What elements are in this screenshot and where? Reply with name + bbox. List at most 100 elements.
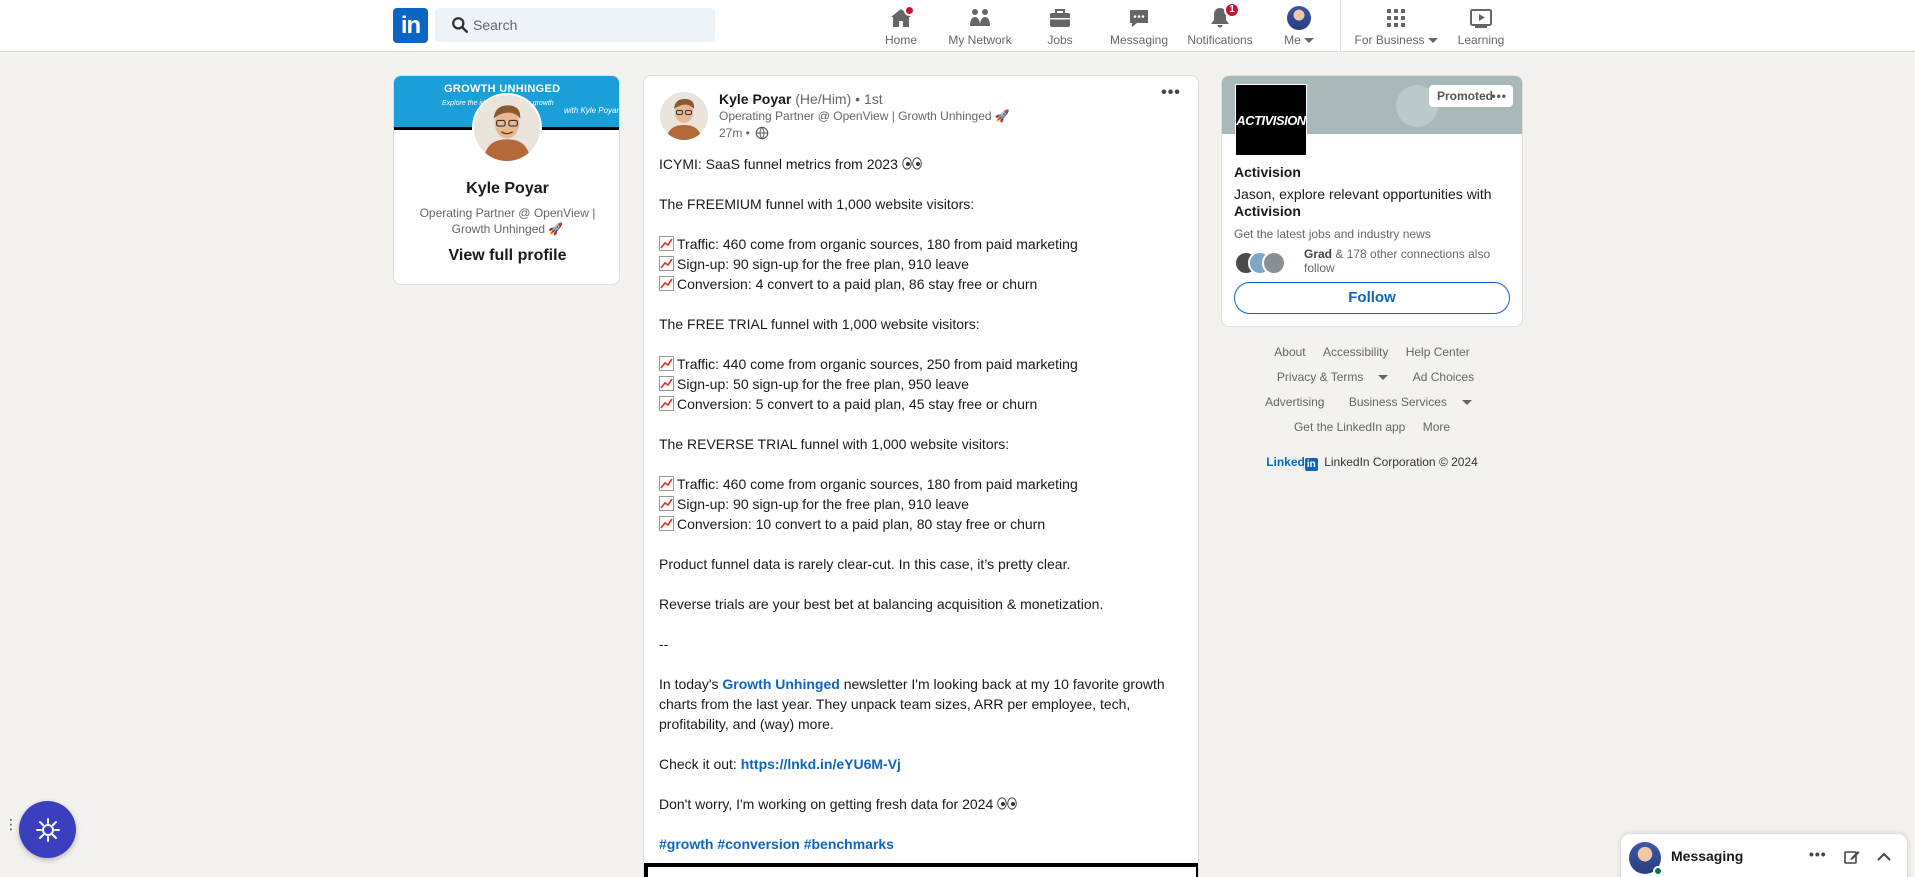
- footer-row: Get the LinkedIn app More: [1221, 420, 1523, 434]
- post-line: Conversion: 10 convert to a paid plan, 8…: [659, 514, 1179, 534]
- nav-learning[interactable]: Learning: [1454, 4, 1508, 48]
- post-media-frame[interactable]: [644, 863, 1198, 877]
- post-line: Conversion: 5 convert to a paid plan, 45…: [659, 394, 1179, 414]
- footer-row: Privacy & Terms Ad Choices: [1221, 370, 1523, 384]
- caret-down-icon: [1378, 375, 1389, 381]
- bell-icon: 1: [1207, 2, 1240, 30]
- post-author-avatar[interactable]: [660, 92, 708, 140]
- compose-message-icon[interactable]: [1843, 848, 1861, 866]
- footer-link-business-services[interactable]: Business Services: [1342, 395, 1479, 409]
- profile-headline: Operating Partner @ OpenView | Growth Un…: [419, 206, 596, 236]
- footer-link-privacy-terms[interactable]: Privacy & Terms: [1270, 370, 1395, 384]
- caret-down-icon: [1427, 38, 1438, 44]
- nav-my-network-label: My Network: [948, 33, 1012, 47]
- post-author[interactable]: Kyle Poyar (He/Him) • 1st: [719, 91, 883, 107]
- chevron-up-icon[interactable]: [1875, 848, 1893, 866]
- drag-handle-icon[interactable]: ⋮⋮: [4, 817, 31, 839]
- post-author-name[interactable]: Kyle Poyar: [719, 91, 791, 107]
- chart-increasing-emoji-icon: [659, 276, 674, 291]
- nav-me-label: Me: [1276, 33, 1322, 47]
- top-navigation: in Home My Network: [0, 0, 1915, 52]
- profile-avatar[interactable]: [472, 93, 542, 163]
- follow-button[interactable]: Follow: [1234, 282, 1510, 314]
- nav-jobs-label: Jobs: [1047, 33, 1073, 47]
- post-line: In today's Growth Unhinged newsletter I'…: [659, 676, 1169, 732]
- grid-apps-icon: [1383, 6, 1409, 30]
- post-line: The FREE TRIAL funnel with 1,000 website…: [659, 316, 980, 332]
- ad-connections-text: Grad & 178 other connections also follow: [1304, 247, 1491, 275]
- nav-learning-label: Learning: [1457, 33, 1505, 47]
- home-notification-dot: [904, 5, 915, 16]
- post-line: Product funnel data is rarely clear-cut.…: [659, 556, 1071, 572]
- post-line: Check it out: https://lnkd.in/eYU6M-Vj: [659, 756, 901, 772]
- chart-increasing-emoji-icon: [659, 476, 674, 491]
- post-line: The FREEMIUM funnel with 1,000 website v…: [659, 196, 975, 212]
- lnkd-short-link[interactable]: https://lnkd.in/eYU6M-Vj: [741, 756, 901, 772]
- post-line: Conversion: 4 convert to a paid plan, 86…: [659, 274, 1179, 294]
- footer-link-help-center[interactable]: Help Center: [1406, 345, 1470, 359]
- sparkle-icon: [36, 818, 60, 842]
- messaging-label: Messaging: [1671, 848, 1744, 864]
- growth-unhinged-link[interactable]: Growth Unhinged: [722, 676, 839, 692]
- connection-degree: • 1st: [855, 91, 883, 107]
- messaging-more-options-button[interactable]: •••: [1809, 846, 1827, 862]
- post-hashtags[interactable]: #growth #conversion #benchmarks: [659, 834, 1179, 854]
- post-more-options-button[interactable]: •••: [1159, 85, 1183, 104]
- nav-messaging[interactable]: Messaging: [1103, 4, 1175, 48]
- profile-name[interactable]: Kyle Poyar: [394, 180, 619, 198]
- search-icon: [452, 17, 468, 33]
- ad-company-name[interactable]: Activision: [1234, 164, 1301, 180]
- nav-my-network[interactable]: My Network: [944, 4, 1016, 48]
- nav-for-business-label: For Business: [1352, 33, 1440, 47]
- feed-post: Kyle Poyar (He/Him) • 1st Operating Part…: [643, 75, 1199, 877]
- search-input[interactable]: [473, 8, 705, 42]
- chart-increasing-emoji-icon: [659, 256, 674, 271]
- nav-messaging-label: Messaging: [1109, 33, 1169, 47]
- globe-icon: [755, 126, 769, 140]
- footer-link-ad-choices[interactable]: Ad Choices: [1413, 370, 1474, 384]
- profile-card: GROWTH UNHINGED Explore the ideas behind…: [393, 75, 620, 285]
- search-box[interactable]: [435, 8, 715, 42]
- nav-home[interactable]: Home: [876, 4, 926, 48]
- network-icon: [967, 6, 993, 30]
- ad-subtext: Get the latest jobs and industry news: [1234, 227, 1431, 241]
- post-line: Sign-up: 90 sign-up for the free plan, 9…: [659, 254, 1179, 274]
- post-line: Reverse trials are your best bet at bala…: [659, 596, 1104, 612]
- chart-increasing-emoji-icon: [659, 516, 674, 531]
- briefcase-icon: [1047, 6, 1073, 30]
- home-icon: [888, 5, 915, 30]
- chart-increasing-emoji-icon: [659, 376, 674, 391]
- nav-divider: [1340, 0, 1341, 52]
- nav-me[interactable]: Me: [1276, 4, 1322, 48]
- chart-increasing-emoji-icon: [659, 236, 674, 251]
- messaging-bar[interactable]: Messaging •••: [1620, 833, 1908, 877]
- post-timestamp: 27m •: [719, 126, 769, 140]
- view-full-profile-link[interactable]: View full profile: [394, 247, 619, 265]
- footer-link-get-app[interactable]: Get the LinkedIn app: [1294, 420, 1405, 434]
- footer-brand: Linked in LinkedIn Corporation © 2024: [1221, 455, 1523, 471]
- nav-home-label: Home: [884, 33, 917, 47]
- ad-more-options-button[interactable]: •••: [1491, 85, 1507, 107]
- ad-headline: Jason, explore relevant opportunities wi…: [1234, 186, 1492, 219]
- footer-row: About Accessibility Help Center: [1221, 345, 1523, 359]
- post-line: ICYMI: SaaS funnel metrics from 2023: [659, 154, 1179, 174]
- nav-notifications[interactable]: 1 Notifications: [1183, 2, 1257, 48]
- footer-link-more[interactable]: More: [1423, 420, 1450, 434]
- footer-link-advertising[interactable]: Advertising: [1265, 395, 1324, 409]
- post-line: --: [659, 636, 669, 652]
- activision-logo[interactable]: ACTIVISION: [1235, 84, 1307, 156]
- me-avatar-icon: [1286, 6, 1312, 30]
- assistant-floating-button[interactable]: [19, 801, 76, 858]
- post-text: ICYMI: SaaS funnel metrics from 2023 The…: [659, 154, 1179, 854]
- post-line: Don't worry, I'm working on getting fres…: [659, 794, 1179, 814]
- nav-jobs[interactable]: Jobs: [1040, 4, 1080, 48]
- footer-link-accessibility[interactable]: Accessibility: [1323, 345, 1388, 359]
- footer-link-about[interactable]: About: [1274, 345, 1305, 359]
- eyes-emoji-icon: [901, 157, 922, 170]
- caret-down-icon: [1461, 400, 1472, 406]
- linkedin-logo[interactable]: in: [393, 8, 428, 43]
- chart-increasing-emoji-icon: [659, 496, 674, 511]
- post-line: Sign-up: 50 sign-up for the free plan, 9…: [659, 374, 1179, 394]
- nav-for-business[interactable]: For Business: [1352, 4, 1440, 48]
- online-status-dot: [1653, 866, 1663, 876]
